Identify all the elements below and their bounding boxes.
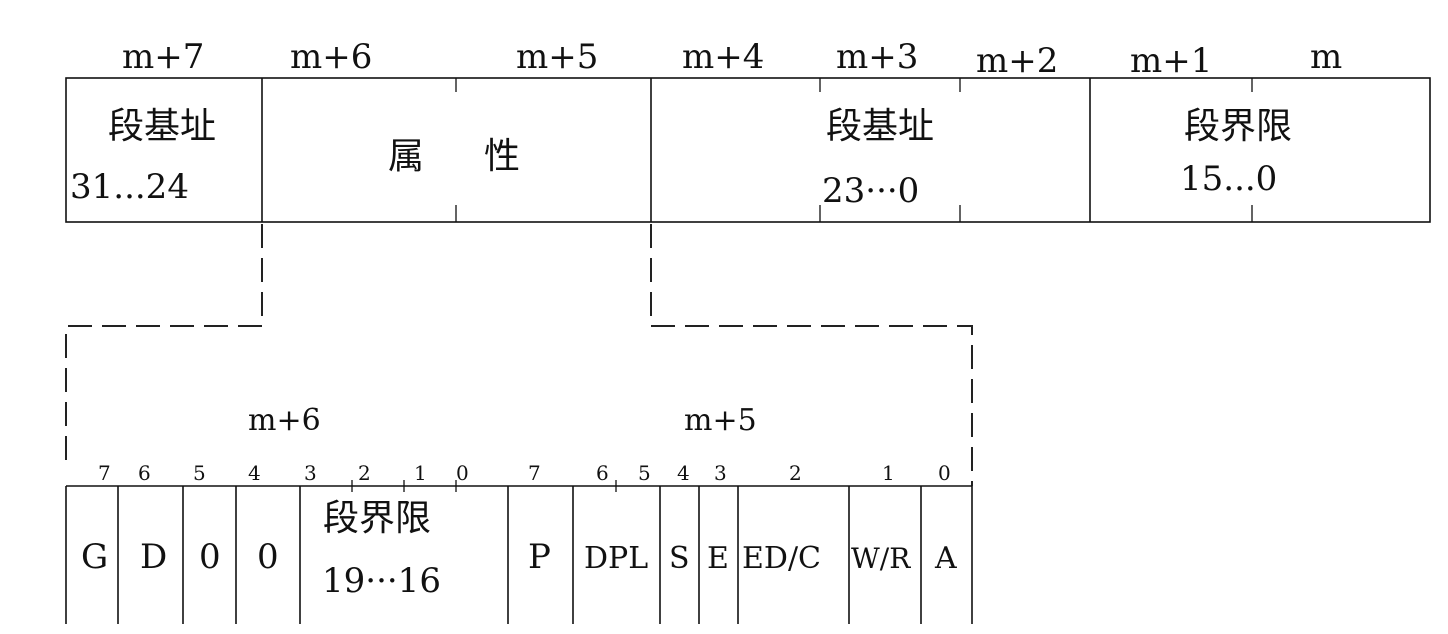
bit-cell-zero-2: 0 [257, 537, 279, 577]
segment-descriptor-diagram: m+7 m+6 m+5 m+4 m+3 m+2 m+1 m 段基址 31...2… [65, 37, 1431, 624]
byte-label-m3: m+3 [836, 37, 918, 77]
base-high-name: 段基址 [108, 106, 216, 147]
bit-cell-s: S [669, 541, 690, 576]
base-low-name: 段基址 [826, 106, 934, 147]
base-high-range: 31...24 [70, 167, 189, 207]
bit-number: 0 [456, 461, 469, 485]
bit-number: 7 [98, 461, 111, 485]
bit-cell-ed-c: ED/C [742, 541, 821, 576]
byte-label-m1: m+1 [1130, 41, 1212, 81]
field-attributes: 属 性 [388, 136, 520, 177]
field-base-high: 段基址 31...24 [70, 106, 216, 207]
byte-label-m7: m+7 [122, 37, 204, 77]
bit-cell-p: P [528, 537, 551, 577]
bit-cell-limit-high-name: 段界限 [323, 498, 431, 539]
bit-number: 1 [414, 461, 427, 485]
bit-cell-w-r: W/R [851, 542, 911, 575]
bit-number: 6 [596, 461, 609, 485]
bit-number: 4 [248, 461, 261, 485]
byte-label-m5: m+5 [516, 37, 598, 77]
base-low-range: 23···0 [822, 171, 919, 211]
field-base-low: 段基址 23···0 [822, 106, 934, 211]
bit-number: 2 [358, 461, 371, 485]
bit-number: 1 [882, 461, 895, 485]
bit-cell-zero-1: 0 [199, 537, 221, 577]
bit-numbers-byte-m6: 7 6 5 4 3 2 1 0 [98, 461, 469, 485]
bit-number: 0 [938, 461, 951, 485]
bit-cell-limit-high-range: 19···16 [322, 561, 441, 601]
descriptor-byte-labels: m+7 m+6 m+5 m+4 m+3 m+2 m+1 m [122, 37, 1342, 81]
byte-label-m6: m+6 [290, 37, 372, 77]
attributes-char-2: 性 [484, 136, 520, 177]
attribute-byte-labels: m+6 m+5 [248, 403, 757, 438]
bit-numbers-byte-m5: 7 6 5 4 3 2 1 0 [528, 461, 951, 485]
bit-number: 2 [789, 461, 802, 485]
limit-low-name: 段界限 [1184, 106, 1292, 147]
bit-cell-d: D [140, 537, 167, 577]
attr-byte-label-m5: m+5 [684, 403, 757, 438]
bit-number: 3 [714, 461, 727, 485]
bit-cell-a: A [934, 541, 957, 576]
bit-cell-e: E [707, 541, 729, 576]
attributes-char-1: 属 [388, 136, 424, 177]
bit-number: 7 [528, 461, 541, 485]
byte-label-m: m [1310, 37, 1342, 77]
bit-number: 5 [193, 461, 206, 485]
bit-cell-dpl: DPL [584, 541, 648, 576]
bit-cell-g: G [81, 537, 108, 577]
byte-label-m4: m+4 [682, 37, 764, 77]
bit-number: 6 [138, 461, 151, 485]
bit-number: 4 [677, 461, 690, 485]
bit-number: 5 [638, 461, 651, 485]
bit-number: 3 [304, 461, 317, 485]
field-limit-low: 段界限 15...0 [1180, 106, 1292, 199]
attribute-bit-cells: G D 0 0 段界限 19···16 P DPL S E ED/C W/R A [81, 498, 957, 601]
descriptor-box [65, 77, 1431, 223]
attr-byte-label-m6: m+6 [248, 403, 321, 438]
byte-label-m2: m+2 [976, 41, 1058, 81]
expansion-connector [65, 224, 973, 486]
limit-low-range: 15...0 [1180, 159, 1277, 199]
